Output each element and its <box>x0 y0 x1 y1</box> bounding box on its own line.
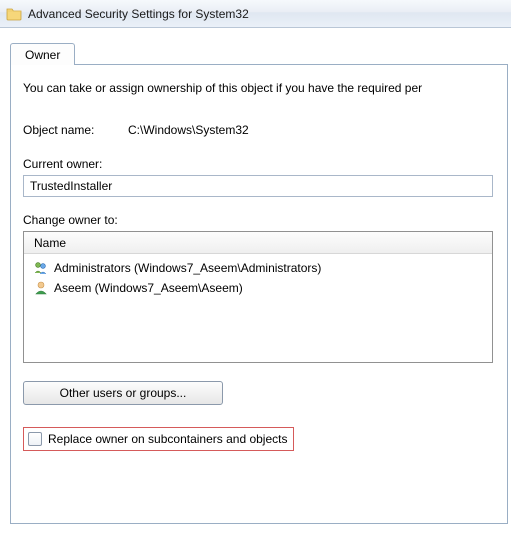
current-owner-value: TrustedInstaller <box>30 179 112 193</box>
replace-owner-checkbox[interactable] <box>28 432 42 446</box>
intro-text: You can take or assign ownership of this… <box>23 81 495 95</box>
list-item-text: Administrators (Windows7_Aseem\Administr… <box>54 261 321 275</box>
owner-list-body: Administrators (Windows7_Aseem\Administr… <box>24 254 492 302</box>
tab-page-owner: You can take or assign ownership of this… <box>10 64 508 524</box>
other-users-button[interactable]: Other users or groups... <box>23 381 223 405</box>
replace-owner-checkbox-row[interactable]: Replace owner on subcontainers and objec… <box>23 427 294 451</box>
other-users-button-label: Other users or groups... <box>60 386 187 400</box>
titlebar: Advanced Security Settings for System32 <box>0 0 511 28</box>
object-name-value: C:\Windows\System32 <box>128 123 249 137</box>
owner-list-header[interactable]: Name <box>24 232 492 254</box>
list-item-text: Aseem (Windows7_Aseem\Aseem) <box>54 281 243 295</box>
owner-listview[interactable]: Name Administrators (Windows7_Aseem\Admi… <box>23 231 493 363</box>
current-owner-label: Current owner: <box>23 157 495 171</box>
object-name-row: Object name: C:\Windows\System32 <box>23 123 495 137</box>
tab-owner-label: Owner <box>25 48 60 62</box>
button-row: Other users or groups... <box>23 381 495 405</box>
group-icon <box>32 260 50 276</box>
owner-list-header-name: Name <box>34 236 66 250</box>
tabstrip: Owner <box>10 40 511 64</box>
folder-icon <box>6 6 22 22</box>
list-item[interactable]: Aseem (Windows7_Aseem\Aseem) <box>30 278 486 298</box>
replace-owner-label: Replace owner on subcontainers and objec… <box>48 432 287 446</box>
change-owner-label: Change owner to: <box>23 213 495 227</box>
window-title: Advanced Security Settings for System32 <box>28 7 249 21</box>
current-owner-field: TrustedInstaller <box>23 175 493 197</box>
object-name-label: Object name: <box>23 123 128 137</box>
tab-owner[interactable]: Owner <box>10 43 75 65</box>
user-icon <box>32 280 50 296</box>
list-item[interactable]: Administrators (Windows7_Aseem\Administr… <box>30 258 486 278</box>
client-area: Owner You can take or assign ownership o… <box>0 28 511 524</box>
